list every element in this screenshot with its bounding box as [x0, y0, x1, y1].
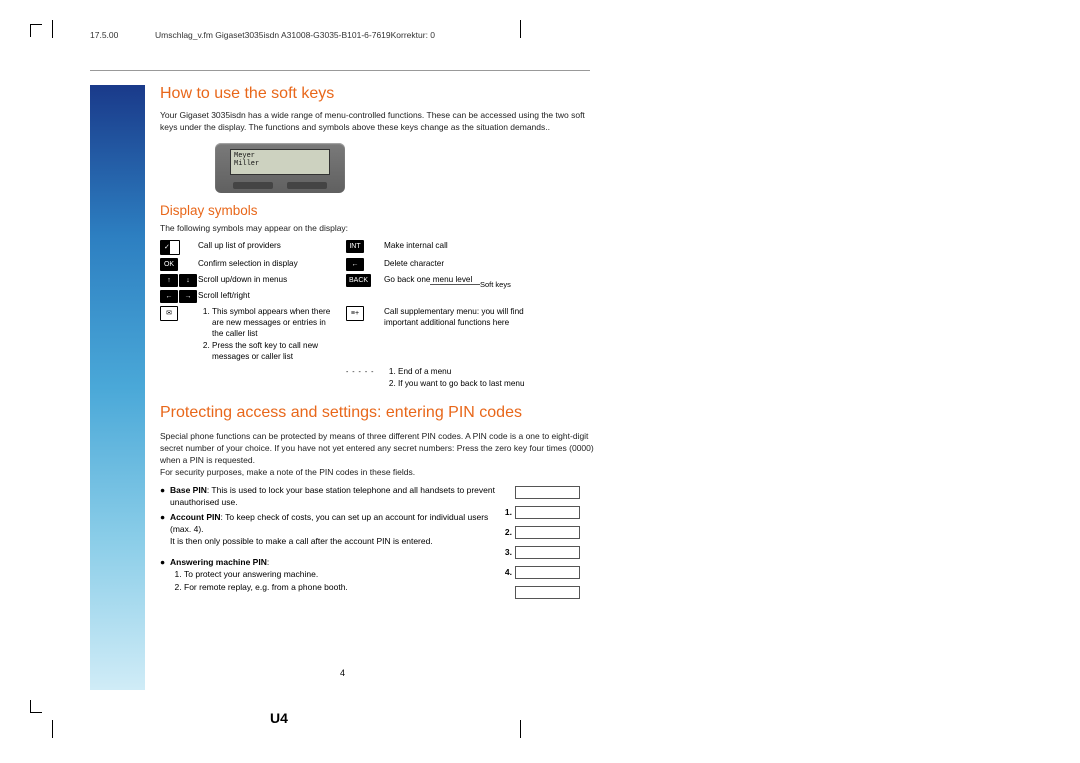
screen-line2: Miller	[234, 160, 326, 168]
pin-field-base[interactable]	[515, 486, 580, 499]
pin-field-acct3[interactable]	[515, 546, 580, 559]
header-docinfo: Umschlag_v.fm Gigaset3035isdn A31008-G30…	[155, 30, 435, 40]
heading-display-symbols: Display symbols	[160, 203, 600, 218]
pin-p1: Special phone functions can be protected…	[160, 430, 600, 466]
softkeys-intro: Your Gigaset 3035isdn has a wide range o…	[160, 109, 600, 133]
header-rule	[90, 70, 590, 71]
softkey-left	[233, 182, 273, 189]
display-intro: The following symbols may appear on the …	[160, 222, 600, 234]
am-li-1: To protect your answering machine.	[184, 568, 510, 580]
pin-field-acct2[interactable]	[515, 526, 580, 539]
heading-softkeys: How to use the soft keys	[160, 85, 600, 103]
dashes-li-1: End of a menu	[398, 366, 544, 377]
sym-ok-icon: OK	[160, 258, 190, 271]
dashes-li-2: If you want to go back to last menu	[398, 378, 544, 389]
side-gradient	[90, 85, 145, 690]
sym-int-text: Make internal call	[384, 240, 544, 255]
pin-p2: For security purposes, make a note of th…	[160, 466, 600, 478]
crop-tl2	[52, 20, 53, 39]
pin-field-acct1[interactable]	[515, 506, 580, 519]
sym-menuplus-text: Call supplementary menu: you will find i…	[384, 306, 544, 363]
pin-field-acct4[interactable]	[515, 566, 580, 579]
sym-mail-text: This symbol appears when there are new m…	[198, 306, 338, 363]
phone-screen: Meyer Miller	[230, 149, 330, 175]
crop-bc	[520, 720, 521, 738]
softkey-right	[287, 182, 327, 189]
sym-int-icon: INT	[346, 240, 376, 255]
softkey-caption: Soft keys	[480, 280, 511, 289]
screen-line1: Meyer	[234, 152, 326, 160]
sym-dashes-text: End of a menu If you want to go back to …	[384, 366, 544, 390]
crop-bl2	[52, 720, 53, 738]
page-label: U4	[270, 710, 288, 726]
crop-bl	[30, 700, 42, 713]
heading-pin: Protecting access and settings: entering…	[160, 404, 600, 422]
pin-section: Special phone functions can be protected…	[160, 430, 600, 594]
sym-leftright-text: Scroll left/right	[198, 290, 338, 303]
sym-dashes-icon: - - - - -	[346, 366, 376, 390]
pin-field-am[interactable]	[515, 586, 580, 599]
crop-tc	[520, 20, 521, 38]
crop-tl	[30, 24, 42, 37]
mail-li-1: This symbol appears when there are new m…	[212, 306, 338, 339]
sym-del-icon: ←	[346, 258, 376, 271]
sym-ok-text: Confirm selection in display	[198, 258, 338, 271]
sym-menuplus-icon: ≡+	[346, 306, 376, 363]
sym-del-text: Delete character	[384, 258, 544, 271]
pin-list: 1. 2. 3. 4. ● Base PIN: This is used to …	[160, 484, 600, 594]
phone-illustration: Meyer Miller	[215, 143, 600, 193]
symbol-table: ✓✓ Call up list of providers INT Make in…	[160, 240, 600, 390]
header-date: 17.5.00	[90, 30, 118, 40]
pin-code-fields: 1. 2. 3. 4.	[500, 484, 580, 604]
sym-back-icon: BACK	[346, 274, 376, 287]
sym-leftright-icon: ←→	[160, 290, 190, 303]
sym-providers-icon: ✓✓	[160, 240, 190, 255]
page-number: 4	[340, 668, 345, 678]
mail-li-2: Press the soft key to call new messages …	[212, 340, 338, 362]
sym-mail-icon: ✉	[160, 306, 190, 363]
sym-providers-text: Call up list of providers	[198, 240, 338, 255]
sym-updown-text: Scroll up/down in menus	[198, 274, 338, 287]
sym-back-text: Go back one menu level	[384, 274, 544, 287]
am-li-2: For remote replay, e.g. from a phone boo…	[184, 581, 510, 593]
page-content: How to use the soft keys Your Gigaset 30…	[160, 85, 600, 597]
sym-updown-icon: ↑↓	[160, 274, 190, 287]
